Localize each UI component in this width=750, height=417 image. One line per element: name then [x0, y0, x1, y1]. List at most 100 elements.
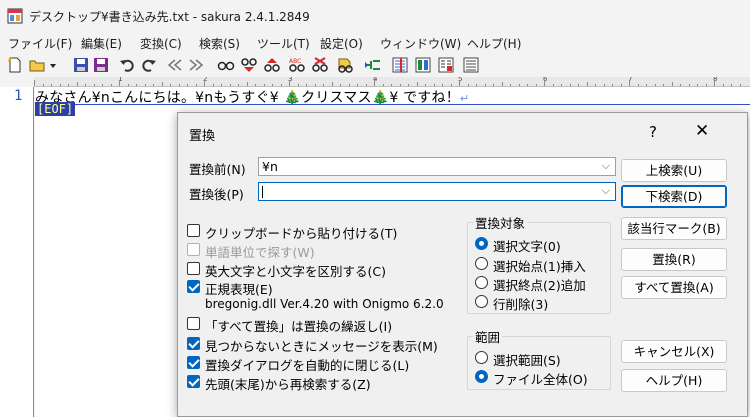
toolbar: ABC	[0, 54, 750, 76]
ruler-tick	[425, 84, 426, 86]
menu-help[interactable]: ヘルプ(H)	[467, 35, 521, 52]
ruler-tick	[391, 84, 392, 86]
search-icon[interactable]	[217, 56, 235, 74]
target-radio[interactable]	[475, 257, 488, 270]
ruler-tick	[476, 84, 477, 86]
ruler-tick	[688, 84, 690, 86]
menu-settings[interactable]: 設定(O)	[320, 35, 363, 52]
ruler-tick	[68, 84, 69, 86]
jump-back-icon[interactable]	[165, 56, 183, 74]
auto-close-label: 置換ダイアログを自動的に閉じる(L)	[205, 358, 410, 373]
ruler-tick	[484, 84, 486, 86]
menu-window[interactable]: ウィンドウ(W)	[380, 35, 461, 52]
ruler-tick	[102, 84, 103, 86]
target-label: 選択終点(2)追加	[493, 278, 586, 293]
help-question-icon[interactable]: ?	[649, 123, 657, 141]
redo-icon[interactable]	[140, 56, 158, 74]
chevron-down-icon[interactable]: ⌵	[602, 159, 610, 173]
wrap-search-checkbox[interactable]	[187, 375, 200, 388]
mark-lines-button[interactable]: 該当行マーク(B)	[621, 217, 727, 240]
undo-icon[interactable]	[118, 56, 136, 74]
save-as-icon[interactable]	[92, 56, 110, 74]
svg-text:ABC: ABC	[289, 58, 301, 65]
target-label: 選択始点(1)挿入	[493, 259, 586, 274]
line-number: 1	[14, 88, 23, 104]
ruler-tick	[552, 84, 554, 86]
menu-edit[interactable]: 編集(E)	[81, 35, 122, 52]
replace-dialog: 置換 ? ✕ 置換前(N) ¥n ⌵ 置換後(P) ⌵ クリップボードから貼り付…	[177, 112, 748, 417]
outline-icon[interactable]	[364, 56, 382, 74]
cursor-underline	[35, 104, 750, 105]
search-down-button[interactable]: 下検索(D)	[621, 185, 727, 208]
chevron-down-icon[interactable]: ⌵	[602, 184, 610, 198]
ruler-tick	[510, 84, 511, 86]
ruler-tick	[416, 82, 418, 86]
ruler-tick	[442, 84, 443, 86]
ruler-tick	[195, 84, 197, 86]
match-case-label: 英大文字と小文字を区別する(C)	[205, 264, 386, 279]
replace-combo[interactable]: ⌵	[258, 182, 616, 201]
ruler-tick	[110, 84, 112, 86]
show-not-found-checkbox[interactable]	[187, 337, 200, 350]
dialog-title: 置換	[189, 129, 216, 144]
ruler-tick	[272, 84, 273, 86]
ruler-tick	[85, 84, 86, 86]
scope-radio[interactable]	[475, 370, 488, 383]
ruler-tick	[578, 84, 579, 86]
search-up-button[interactable]: 上検索(U)	[621, 159, 727, 182]
target-label: 選択文字(0)	[493, 239, 561, 254]
sakura-app-icon	[7, 8, 23, 24]
help-button[interactable]: ヘルプ(H)	[621, 369, 727, 392]
grep-icon[interactable]	[336, 56, 354, 74]
ruler-tick	[348, 84, 350, 86]
menu-file[interactable]: ファイル(F)	[8, 35, 72, 52]
close-icon[interactable]: ✕	[695, 121, 709, 141]
ruler-tick	[340, 84, 341, 86]
find-prev-icon[interactable]	[240, 56, 258, 74]
text-caret	[262, 186, 263, 198]
match-case-checkbox[interactable]	[187, 262, 200, 275]
jump-forward-icon[interactable]	[188, 56, 206, 74]
find-next-icon[interactable]	[263, 56, 281, 74]
menu-tools[interactable]: ツール(T)	[257, 35, 310, 52]
ruler-tick	[654, 84, 656, 86]
cancel-button[interactable]: キャンセル(X)	[621, 340, 727, 363]
target-radio[interactable]	[475, 295, 488, 308]
replace-all-repeat-checkbox[interactable]	[187, 317, 200, 330]
line-number-gutter	[0, 87, 34, 417]
save-icon[interactable]	[72, 56, 90, 74]
compare-icon[interactable]	[391, 56, 409, 74]
ruler-tick	[289, 80, 290, 86]
menu-search[interactable]: 検索(S)	[199, 35, 240, 52]
ruler-tick	[297, 84, 299, 86]
find-combo[interactable]: ¥n ⌵	[258, 157, 616, 176]
auto-close-checkbox[interactable]	[187, 356, 200, 369]
replace-button[interactable]: 置換(R)	[621, 248, 727, 271]
window-list-icon[interactable]	[462, 56, 480, 74]
menu-convert[interactable]: 変換(C)	[140, 35, 182, 52]
target-radio[interactable]	[475, 276, 488, 289]
ruler-tick	[714, 80, 715, 86]
paste-clipboard-checkbox[interactable]	[187, 224, 200, 237]
ruler-tick	[739, 84, 741, 86]
ruler-tick	[518, 84, 520, 86]
scope-radio[interactable]	[475, 351, 488, 364]
ruler-tick	[595, 84, 596, 86]
regex-checkbox[interactable]	[187, 280, 200, 293]
whole-word-checkbox[interactable]	[187, 243, 200, 256]
ruler-tick	[76, 82, 78, 86]
replace-all-button[interactable]: すべて置換(A)	[621, 276, 727, 299]
settings-icon[interactable]	[414, 56, 432, 74]
clear-highlight-icon[interactable]	[311, 56, 329, 74]
ruler-tick	[42, 84, 44, 86]
dropdown-icon[interactable]	[48, 56, 58, 74]
new-file-icon[interactable]	[6, 56, 24, 74]
ruler-tick	[705, 84, 707, 86]
target-radio[interactable]	[475, 237, 488, 250]
ruler-tick	[663, 84, 664, 86]
open-file-icon[interactable]	[28, 56, 46, 74]
properties-icon[interactable]	[437, 56, 455, 74]
ruler-tick	[306, 84, 307, 86]
ruler-tick	[93, 84, 95, 86]
replace-icon[interactable]: ABC	[288, 56, 306, 74]
